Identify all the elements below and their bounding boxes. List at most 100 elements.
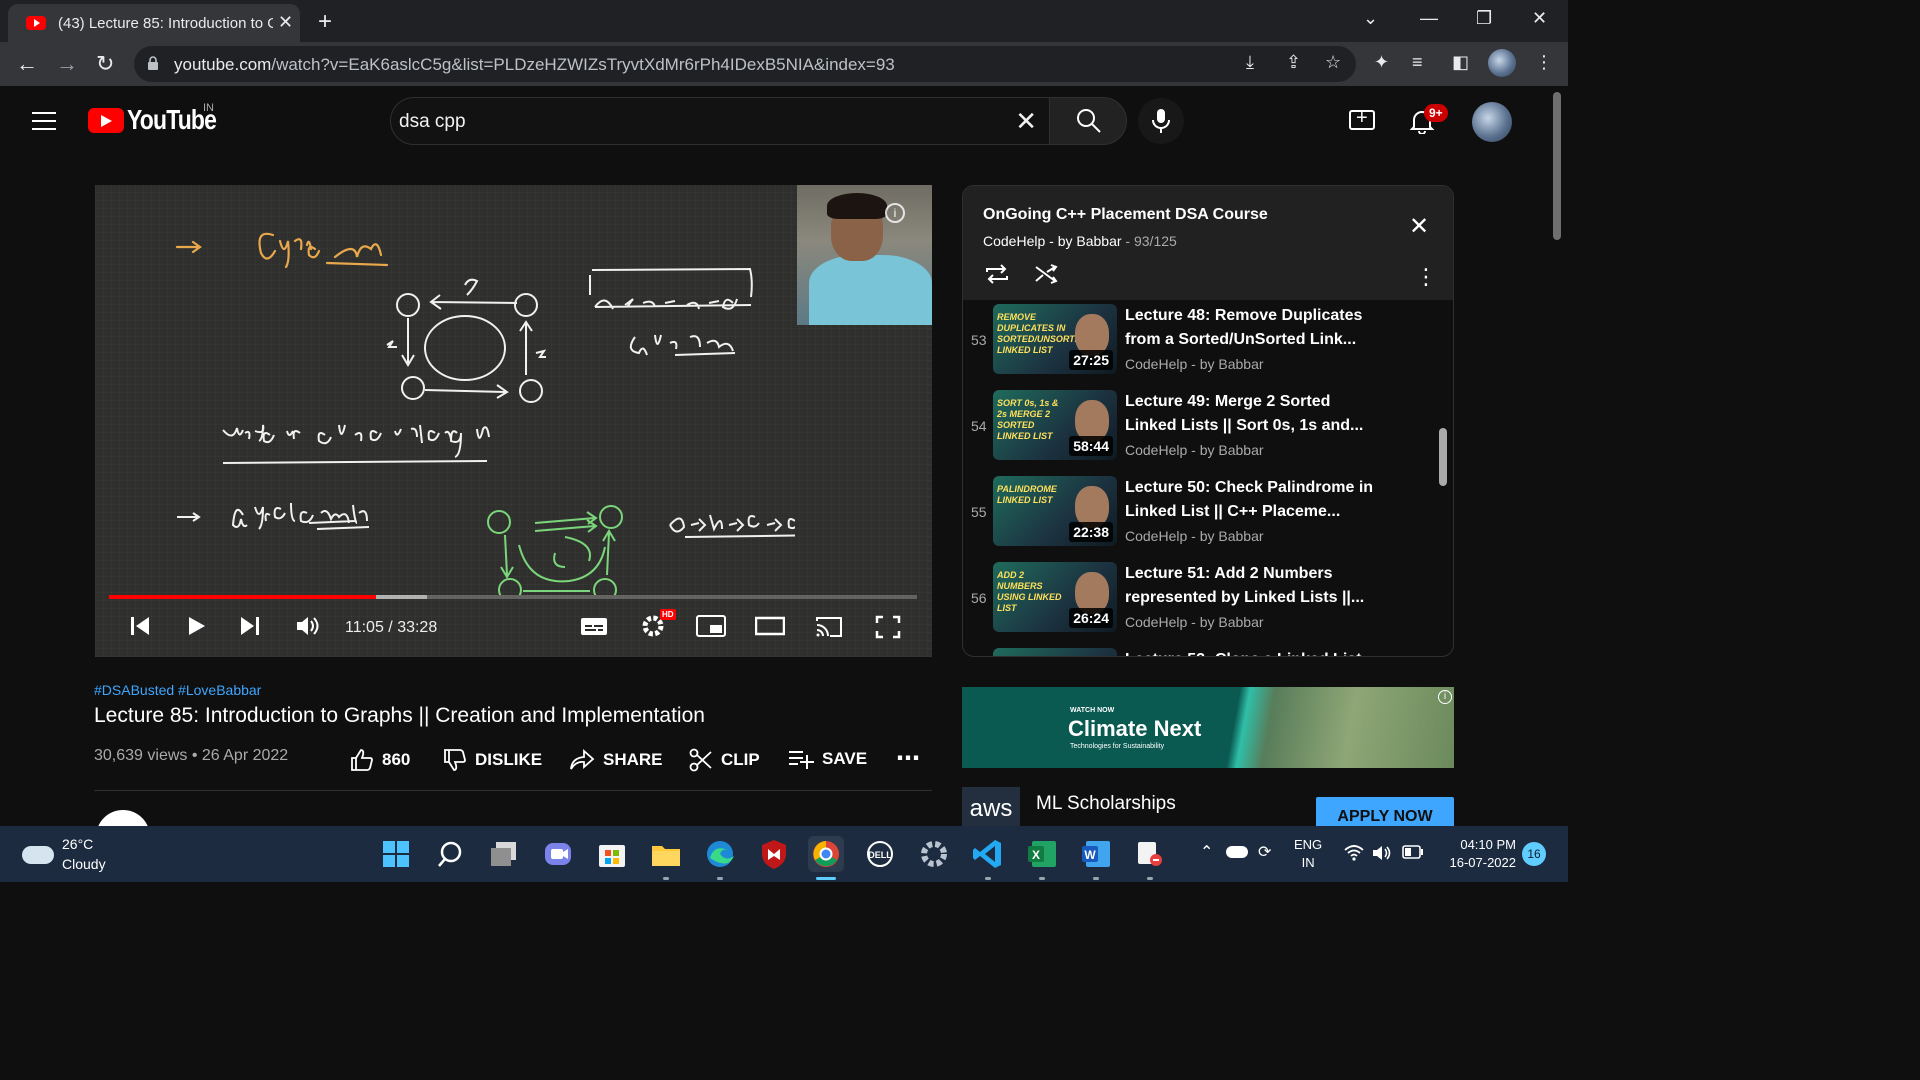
create-video-icon[interactable] bbox=[1349, 107, 1375, 130]
playlist-item-thumbnail[interactable]: PALINDROME LINKED LIST 22:38 bbox=[993, 476, 1117, 546]
playlist-item-title[interactable]: Lecture 52: Clone a Linked List bbox=[1125, 648, 1375, 656]
playlist-scrollbar[interactable] bbox=[1439, 428, 1447, 486]
ad-info-icon[interactable]: i bbox=[1438, 690, 1452, 704]
search-button[interactable] bbox=[1049, 97, 1127, 145]
theater-mode-icon[interactable] bbox=[755, 615, 785, 637]
youtube-logo-icon[interactable] bbox=[88, 108, 124, 133]
video-progress-bar[interactable] bbox=[109, 595, 917, 599]
reload-icon[interactable]: ↻ bbox=[96, 51, 114, 77]
cast-icon[interactable] bbox=[814, 615, 844, 639]
microsoft-store-icon[interactable] bbox=[594, 836, 630, 872]
loop-playlist-icon[interactable] bbox=[983, 262, 1011, 286]
playlist-channel[interactable]: CodeHelp - by Babbar bbox=[983, 233, 1122, 249]
volume-icon[interactable] bbox=[295, 615, 321, 637]
voice-search-button[interactable] bbox=[1138, 98, 1184, 144]
file-explorer-icon[interactable] bbox=[648, 836, 684, 880]
advertiser-logo[interactable]: aws bbox=[962, 787, 1020, 827]
start-windows-icon[interactable] bbox=[378, 836, 414, 872]
playlist-item[interactable]: 55 PALINDROME LINKED LIST 22:38 Lecture … bbox=[963, 472, 1441, 558]
playlist-item-title[interactable]: Lecture 50: Check Palindrome in Linked L… bbox=[1125, 476, 1375, 524]
snipping-tool-icon[interactable] bbox=[1132, 836, 1168, 880]
close-playlist-icon[interactable]: ✕ bbox=[1409, 212, 1429, 241]
share-button[interactable]: SHARE bbox=[569, 748, 663, 772]
browser-tab[interactable]: (43) Lecture 85: Introduction to Graphs … bbox=[8, 4, 300, 42]
minimize-icon[interactable]: — bbox=[1420, 8, 1438, 29]
install-app-icon[interactable]: ⤓ bbox=[1246, 52, 1254, 73]
language-indicator[interactable]: ENG IN bbox=[1294, 836, 1322, 872]
more-actions-icon[interactable]: ⋯ bbox=[896, 744, 920, 773]
search-taskbar-icon[interactable] bbox=[432, 836, 468, 872]
next-video-icon[interactable] bbox=[239, 615, 261, 637]
sync-icon[interactable]: ⟳ bbox=[1258, 842, 1271, 862]
playlist-item-thumbnail[interactable]: REMOVE DUPLICATES IN SORTED/UNSORTED LIN… bbox=[993, 304, 1117, 374]
address-bar[interactable]: youtube.com/watch?v=EaK6aslcC5g&list=PLD… bbox=[134, 46, 1356, 82]
ad-banner[interactable]: WATCH NOW Climate Next Technologies for … bbox=[962, 687, 1454, 768]
system-clock[interactable]: 04:10 PM 16-07-2022 bbox=[1440, 836, 1517, 872]
save-button[interactable]: SAVE bbox=[788, 748, 867, 770]
video-info-icon[interactable]: i bbox=[885, 203, 905, 223]
search-input[interactable]: dsa cpp ✕ bbox=[390, 97, 1050, 145]
mcafee-shield-icon[interactable] bbox=[756, 836, 792, 872]
playlist-item-title[interactable]: Lecture 48: Remove Duplicates from a Sor… bbox=[1125, 304, 1375, 352]
previous-video-icon[interactable] bbox=[129, 615, 151, 637]
side-panel-icon[interactable]: ◧ bbox=[1452, 52, 1469, 73]
apply-now-button[interactable]: APPLY NOW bbox=[1316, 797, 1454, 827]
dislike-label: DISLIKE bbox=[475, 750, 543, 769]
share-page-icon[interactable]: ⇪ bbox=[1286, 52, 1301, 73]
media-queue-icon[interactable]: ≡ bbox=[1412, 52, 1423, 73]
playlist-item[interactable]: 56 ADD 2 NUMBERS USING LINKED LIST 26:24… bbox=[963, 558, 1441, 644]
forward-arrow-icon[interactable]: → bbox=[56, 51, 78, 77]
show-hidden-icons-icon[interactable]: ⌃ bbox=[1200, 842, 1213, 862]
speaker-icon[interactable] bbox=[1372, 844, 1392, 862]
playlist-item[interactable]: 57 Lecture 52: Clone a Linked List bbox=[963, 644, 1441, 656]
teams-chat-icon[interactable] bbox=[540, 836, 576, 872]
playlist-more-icon[interactable]: ⋮ bbox=[1415, 264, 1437, 290]
dislike-button[interactable]: DISLIKE bbox=[443, 748, 542, 772]
dell-support-icon[interactable]: DELL bbox=[862, 836, 898, 872]
playlist-item-thumbnail[interactable] bbox=[993, 648, 1117, 656]
fullscreen-icon[interactable] bbox=[875, 615, 901, 639]
close-tab-icon[interactable]: ✕ bbox=[278, 12, 293, 33]
profile-avatar-icon[interactable] bbox=[1488, 49, 1516, 77]
clip-button[interactable]: CLIP bbox=[689, 748, 760, 772]
settings-app-icon[interactable] bbox=[916, 836, 952, 872]
video-player[interactable]: i 11:05 / 33:28 HD bbox=[95, 185, 932, 657]
onedrive-icon[interactable] bbox=[1226, 846, 1248, 858]
miniplayer-icon[interactable] bbox=[696, 615, 726, 637]
window-close-icon[interactable]: ✕ bbox=[1532, 8, 1547, 29]
advertiser-name[interactable]: ML Scholarships bbox=[1036, 793, 1176, 815]
chrome-browser-icon[interactable] bbox=[808, 836, 844, 880]
playlist-item[interactable]: 53 REMOVE DUPLICATES IN SORTED/UNSORTED … bbox=[963, 300, 1441, 386]
new-tab-icon[interactable]: + bbox=[318, 8, 332, 36]
excel-icon[interactable]: X bbox=[1024, 836, 1060, 880]
hamburger-menu-icon[interactable] bbox=[32, 112, 56, 130]
shuffle-playlist-icon[interactable] bbox=[1033, 262, 1061, 286]
play-icon[interactable] bbox=[187, 615, 207, 637]
subtitles-icon[interactable] bbox=[580, 615, 608, 637]
edge-browser-icon[interactable] bbox=[702, 836, 738, 880]
bookmark-star-icon[interactable]: ☆ bbox=[1325, 52, 1341, 73]
video-hashtags[interactable]: #DSABusted #LoveBabbar bbox=[94, 682, 261, 698]
save-playlist-icon bbox=[789, 751, 814, 769]
account-avatar[interactable] bbox=[1472, 102, 1512, 142]
extensions-puzzle-icon[interactable]: ✦ bbox=[1374, 52, 1389, 73]
like-button[interactable]: 860 bbox=[350, 748, 410, 772]
playlist-item-title[interactable]: Lecture 51: Add 2 Numbers represented by… bbox=[1125, 562, 1375, 610]
vscode-icon[interactable] bbox=[970, 836, 1006, 880]
back-arrow-icon[interactable]: ← bbox=[16, 51, 38, 77]
tab-search-chevron-icon[interactable]: ⌄ bbox=[1363, 8, 1378, 29]
browser-menu-icon[interactable]: ⋮ bbox=[1535, 52, 1553, 73]
playlist-item-thumbnail[interactable]: ADD 2 NUMBERS USING LINKED LIST 26:24 bbox=[993, 562, 1117, 632]
task-view-icon[interactable] bbox=[486, 836, 522, 872]
playlist-title[interactable]: OnGoing C++ Placement DSA Course bbox=[983, 206, 1268, 224]
notification-center-badge[interactable]: 16 bbox=[1522, 842, 1546, 866]
wifi-icon[interactable] bbox=[1344, 844, 1364, 862]
battery-icon[interactable] bbox=[1402, 845, 1424, 859]
playlist-item[interactable]: 54 SORT 0s, 1s & 2s MERGE 2 SORTED LINKE… bbox=[963, 386, 1441, 472]
restore-icon[interactable]: ❐ bbox=[1476, 8, 1492, 29]
playlist-item-title[interactable]: Lecture 49: Merge 2 Sorted Linked Lists … bbox=[1125, 390, 1375, 438]
clear-search-icon[interactable]: ✕ bbox=[1015, 106, 1037, 137]
playlist-item-thumbnail[interactable]: SORT 0s, 1s & 2s MERGE 2 SORTED LINKED L… bbox=[993, 390, 1117, 460]
word-icon[interactable]: W bbox=[1078, 836, 1114, 880]
page-scrollbar[interactable] bbox=[1553, 92, 1561, 240]
